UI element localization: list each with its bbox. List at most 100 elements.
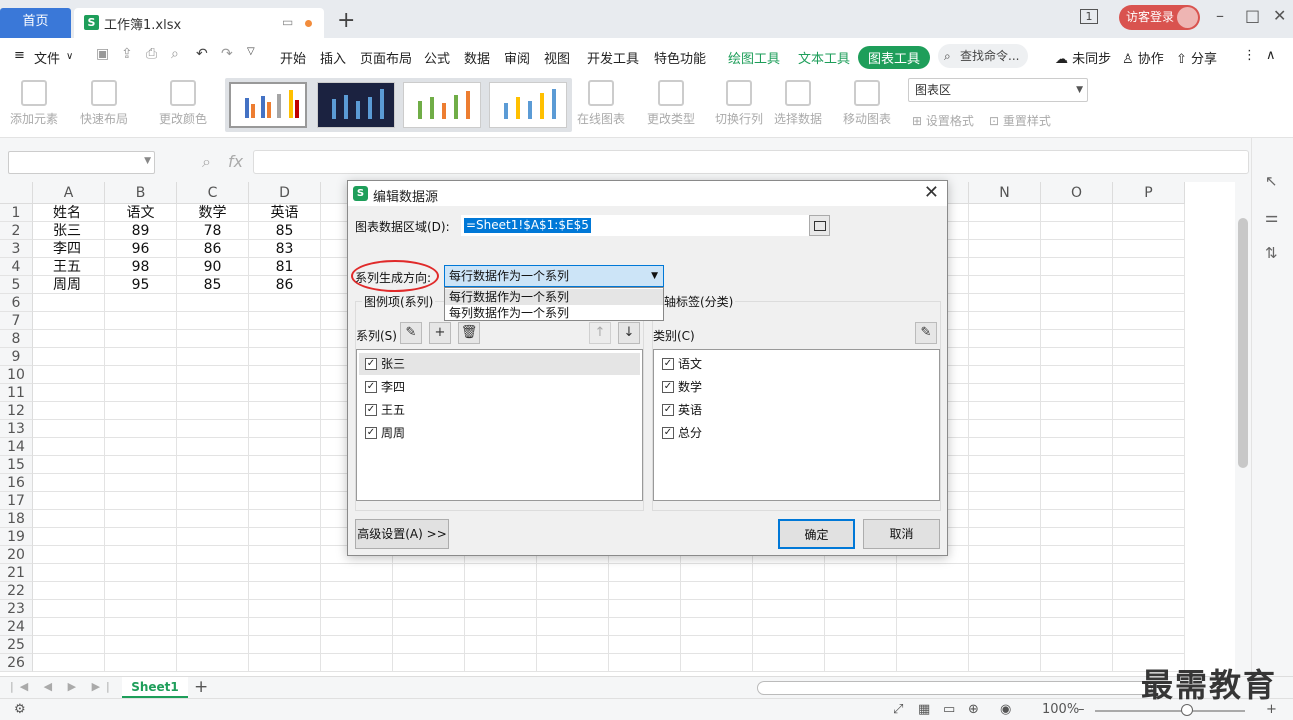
cell[interactable] bbox=[1041, 636, 1113, 654]
chart-style-4[interactable] bbox=[489, 82, 567, 128]
cell[interactable] bbox=[177, 654, 249, 672]
row-header[interactable]: 13 bbox=[0, 420, 33, 438]
cell[interactable] bbox=[681, 654, 753, 672]
undo-icon[interactable]: ↶ bbox=[196, 46, 208, 62]
cell[interactable]: 数学 bbox=[177, 204, 249, 222]
cell[interactable] bbox=[393, 600, 465, 618]
cell[interactable] bbox=[1113, 510, 1185, 528]
formula-input[interactable] bbox=[253, 150, 1249, 174]
zoom-out-icon[interactable]: – bbox=[1078, 702, 1085, 717]
cell[interactable] bbox=[33, 618, 105, 636]
select-all-corner[interactable] bbox=[0, 182, 33, 204]
row-header[interactable]: 25 bbox=[0, 636, 33, 654]
cell[interactable] bbox=[177, 636, 249, 654]
cell[interactable] bbox=[1041, 420, 1113, 438]
cell[interactable] bbox=[753, 618, 825, 636]
cell[interactable]: 李四 bbox=[33, 240, 105, 258]
series-item[interactable]: ✓ 张三 bbox=[359, 353, 640, 375]
cell[interactable] bbox=[969, 384, 1041, 402]
cell[interactable] bbox=[249, 510, 321, 528]
cell[interactable] bbox=[321, 600, 393, 618]
horizontal-scrollbar[interactable] bbox=[757, 681, 1152, 695]
fullscreen-icon[interactable]: ⤢ bbox=[893, 702, 903, 717]
cell[interactable] bbox=[1041, 618, 1113, 636]
cell[interactable] bbox=[1113, 456, 1185, 474]
cell[interactable] bbox=[105, 654, 177, 672]
cell[interactable] bbox=[969, 420, 1041, 438]
cell[interactable] bbox=[249, 528, 321, 546]
row-header[interactable]: 23 bbox=[0, 600, 33, 618]
menu-view[interactable]: 视图 bbox=[544, 48, 570, 67]
cell[interactable] bbox=[1113, 348, 1185, 366]
cell[interactable] bbox=[177, 456, 249, 474]
cell[interactable] bbox=[1041, 474, 1113, 492]
cell[interactable] bbox=[1041, 564, 1113, 582]
cell[interactable] bbox=[105, 510, 177, 528]
cell[interactable] bbox=[1113, 582, 1185, 600]
cell[interactable] bbox=[249, 312, 321, 330]
cell[interactable] bbox=[969, 564, 1041, 582]
menu-special[interactable]: 特色功能 bbox=[654, 48, 706, 67]
cell[interactable] bbox=[1113, 564, 1185, 582]
cell[interactable] bbox=[177, 546, 249, 564]
cell[interactable] bbox=[1113, 222, 1185, 240]
cell[interactable] bbox=[753, 654, 825, 672]
checkbox[interactable]: ✓ bbox=[662, 381, 674, 393]
row-header[interactable]: 9 bbox=[0, 348, 33, 366]
cell[interactable] bbox=[249, 330, 321, 348]
row-header[interactable]: 1 bbox=[0, 204, 33, 222]
column-header[interactable]: B bbox=[105, 182, 177, 204]
menu-file[interactable]: 文件 bbox=[34, 48, 60, 67]
menu-insert[interactable]: 插入 bbox=[320, 48, 346, 67]
cell[interactable] bbox=[321, 582, 393, 600]
zoom-search-icon[interactable]: ⌕ bbox=[202, 152, 211, 172]
zoom-level[interactable]: 100% bbox=[1042, 702, 1079, 717]
cell[interactable] bbox=[33, 294, 105, 312]
cell[interactable] bbox=[249, 654, 321, 672]
quick-access-dropdown-icon[interactable]: ▽ bbox=[247, 46, 255, 57]
row-header[interactable]: 6 bbox=[0, 294, 33, 312]
cell[interactable] bbox=[1041, 546, 1113, 564]
cell[interactable] bbox=[33, 330, 105, 348]
cell[interactable]: 姓名 bbox=[33, 204, 105, 222]
cell[interactable] bbox=[969, 618, 1041, 636]
cell[interactable] bbox=[33, 510, 105, 528]
cell[interactable] bbox=[33, 564, 105, 582]
cell[interactable] bbox=[1041, 492, 1113, 510]
share-button[interactable]: ⇧ 分享 bbox=[1176, 48, 1217, 67]
cell[interactable] bbox=[393, 564, 465, 582]
cell[interactable] bbox=[969, 312, 1041, 330]
cell[interactable] bbox=[105, 564, 177, 582]
cell[interactable]: 86 bbox=[177, 240, 249, 258]
page-break-view-icon[interactable]: ⊕ bbox=[968, 702, 979, 717]
sort-icon[interactable]: ⇅ bbox=[1265, 244, 1278, 262]
cell[interactable] bbox=[33, 492, 105, 510]
chart-style-2[interactable] bbox=[317, 82, 395, 128]
category-listbox[interactable]: ✓ 语文 ✓ 数学 ✓ 英语 ✓ 总分 bbox=[653, 349, 940, 501]
cell[interactable] bbox=[609, 618, 681, 636]
chart-style-3[interactable] bbox=[403, 82, 481, 128]
cell[interactable] bbox=[609, 582, 681, 600]
sync-status[interactable]: ☁ 未同步 bbox=[1055, 48, 1111, 67]
cell[interactable] bbox=[1041, 294, 1113, 312]
cell[interactable] bbox=[33, 654, 105, 672]
set-format-button[interactable]: ⊞ 设置格式 bbox=[912, 112, 974, 129]
normal-view-icon[interactable]: ▦ bbox=[918, 702, 930, 717]
cell[interactable] bbox=[249, 582, 321, 600]
cell[interactable] bbox=[969, 402, 1041, 420]
online-chart-button[interactable]: 在线图表 bbox=[577, 80, 625, 127]
row-header[interactable]: 2 bbox=[0, 222, 33, 240]
new-tab-button[interactable]: + bbox=[337, 8, 355, 34]
cell[interactable]: 英语 bbox=[249, 204, 321, 222]
cell[interactable] bbox=[897, 654, 969, 672]
cell[interactable] bbox=[321, 564, 393, 582]
cell[interactable] bbox=[825, 564, 897, 582]
cell[interactable] bbox=[1113, 240, 1185, 258]
cell[interactable] bbox=[105, 330, 177, 348]
add-sheet-button[interactable]: + bbox=[194, 677, 208, 697]
cell[interactable] bbox=[177, 348, 249, 366]
cell[interactable] bbox=[969, 204, 1041, 222]
cell[interactable] bbox=[33, 456, 105, 474]
cell[interactable] bbox=[681, 600, 753, 618]
cell[interactable] bbox=[825, 654, 897, 672]
